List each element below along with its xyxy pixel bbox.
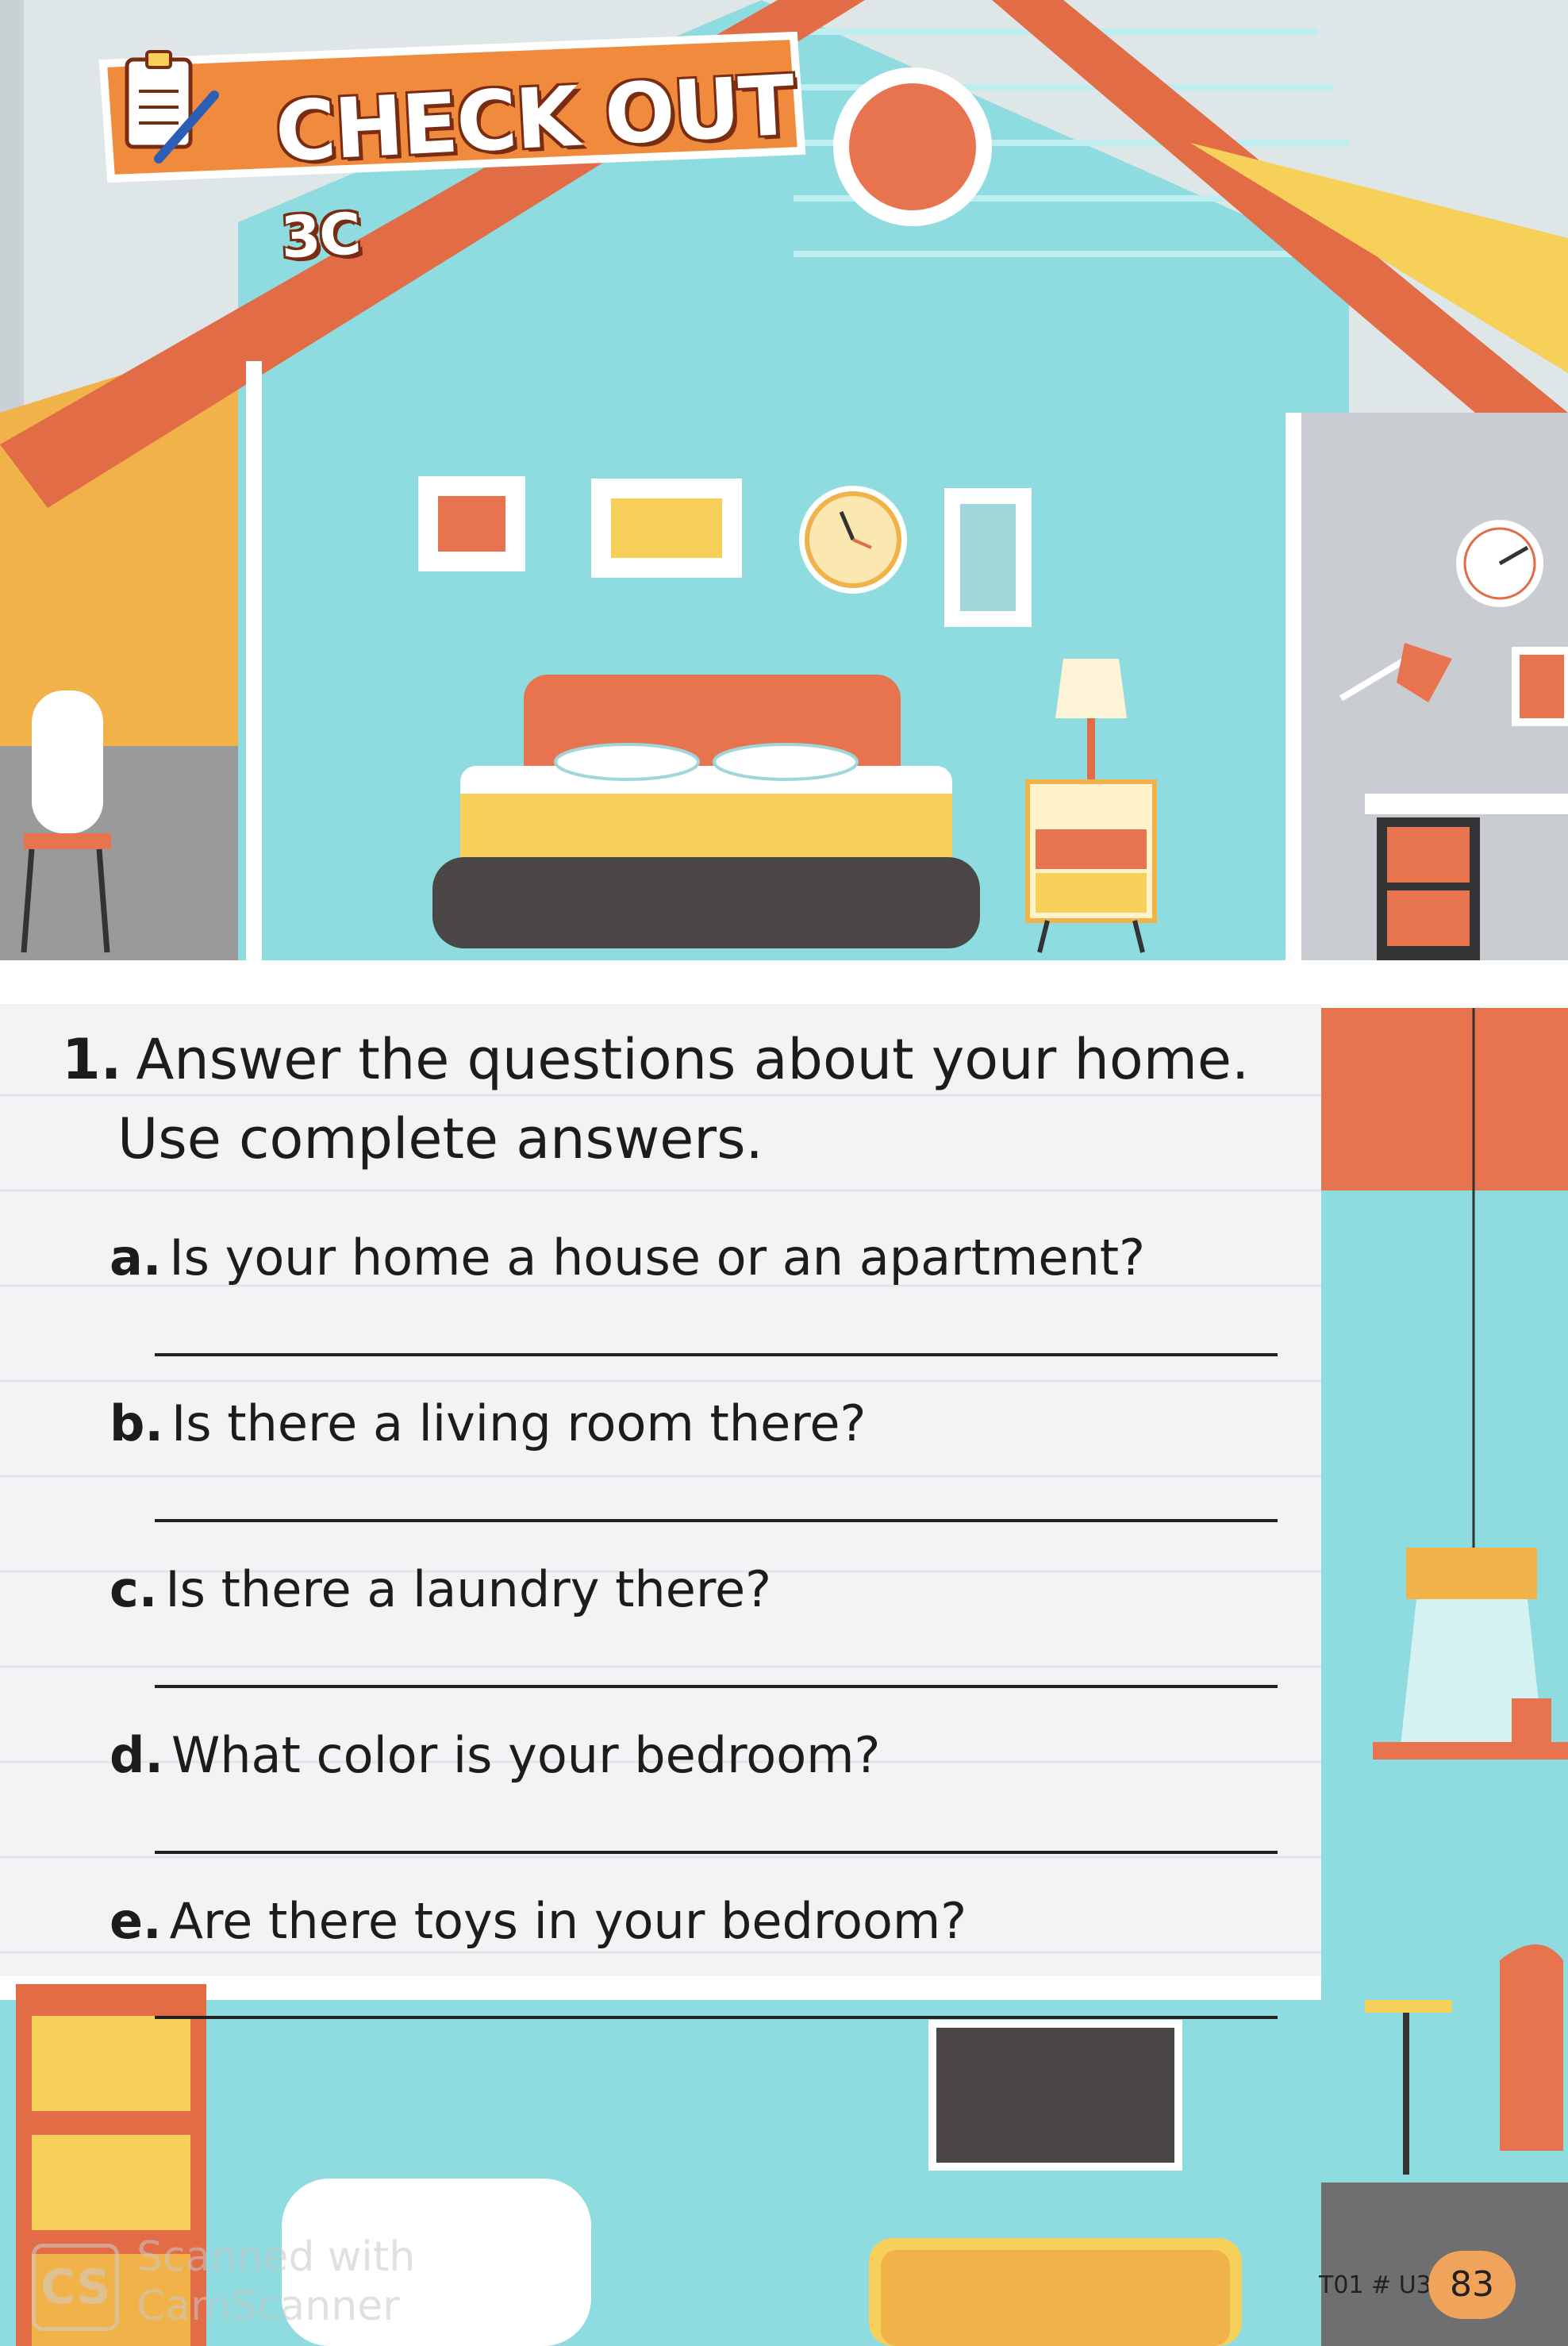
question-letter: a. [110, 1229, 162, 1286]
tv [928, 2020, 1182, 2171]
question-text: Are there toys in your bedroom? [169, 1892, 967, 1950]
question-e: e. Are there toys in your bedroom? [110, 1892, 967, 1950]
answer-line-e[interactable] [155, 2016, 1278, 2019]
page-number: 83 [1428, 2251, 1516, 2319]
question-letter: e. [110, 1892, 162, 1950]
watermark-line-1: Scanned with [136, 2233, 416, 2281]
question-a: a. Is your home a house or an apartment? [110, 1229, 1145, 1286]
instruction-line-2: Use complete answers. [117, 1106, 763, 1171]
floor-divider [0, 960, 1568, 1008]
question-text: Is your home a house or an apartment? [169, 1229, 1145, 1286]
camscanner-logo-icon: CS [32, 2244, 119, 2331]
question-text: What color is your bedroom? [171, 1726, 881, 1784]
watermark-line-2: CamScanner [136, 2283, 400, 2330]
badge-title: CHECK OUT 3C [273, 56, 814, 278]
bed-frame [432, 857, 980, 948]
attic-window [849, 83, 976, 210]
question-c: c. Is there a laundry there? [110, 1560, 771, 1618]
question-letter: d. [110, 1726, 163, 1784]
question-d: d. What color is your bedroom? [110, 1726, 880, 1784]
question-b: b. Is there a living room there? [110, 1394, 866, 1452]
answer-line-c[interactable] [155, 1685, 1278, 1688]
clipboard-pen-icon [125, 50, 219, 163]
answer-line-d[interactable] [155, 1851, 1278, 1854]
camscanner-watermark: CS Scanned with CamScanner [32, 2232, 444, 2335]
answer-line-a[interactable] [155, 1353, 1278, 1356]
exercise-instruction: 1. Answer the questions about your home. … [62, 1020, 1249, 1179]
check-out-badge: CHECK OUT 3C [95, 32, 809, 271]
question-letter: b. [110, 1394, 163, 1452]
question-text: Is there a living room there? [171, 1394, 867, 1452]
answer-line-b[interactable] [155, 1519, 1278, 1522]
question-letter: c. [110, 1560, 158, 1618]
exercise-number: 1. [62, 1027, 122, 1092]
question-text: Is there a laundry there? [165, 1560, 772, 1618]
instruction-line-1: Answer the questions about your home. [136, 1027, 1250, 1092]
badge-unit: 3C [279, 200, 362, 271]
